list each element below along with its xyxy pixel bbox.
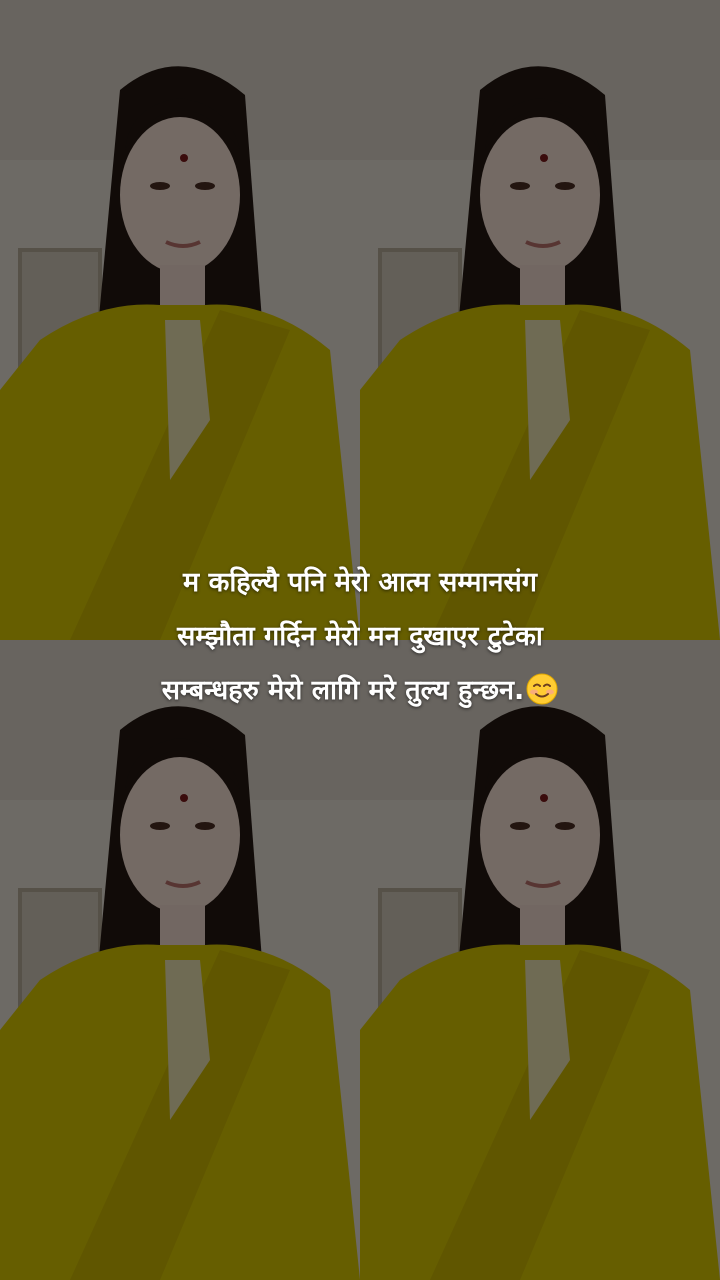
smiling-face-icon xyxy=(526,673,558,705)
caption-line-1: म कहिल्यै पनि मेरो आत्म सम्मानसंग xyxy=(183,567,537,598)
caption-line-3: सम्बन्धहरु मेरो लागि मरे तुल्य हुन्छन. xyxy=(0,664,720,718)
video-frame: म कहिल्यै पनि मेरो आत्म सम्मानसंग सम्झौत… xyxy=(0,0,720,1280)
caption-text: म कहिल्यै पनि मेरो आत्म सम्मानसंग सम्झौत… xyxy=(0,556,720,718)
caption-line-3-text: सम्बन्धहरु मेरो लागि मरे तुल्य हुन्छन. xyxy=(161,675,525,706)
caption-line-2: सम्झौता गर्दिन मेरो मन दुखाएर टुटेका xyxy=(177,621,543,652)
